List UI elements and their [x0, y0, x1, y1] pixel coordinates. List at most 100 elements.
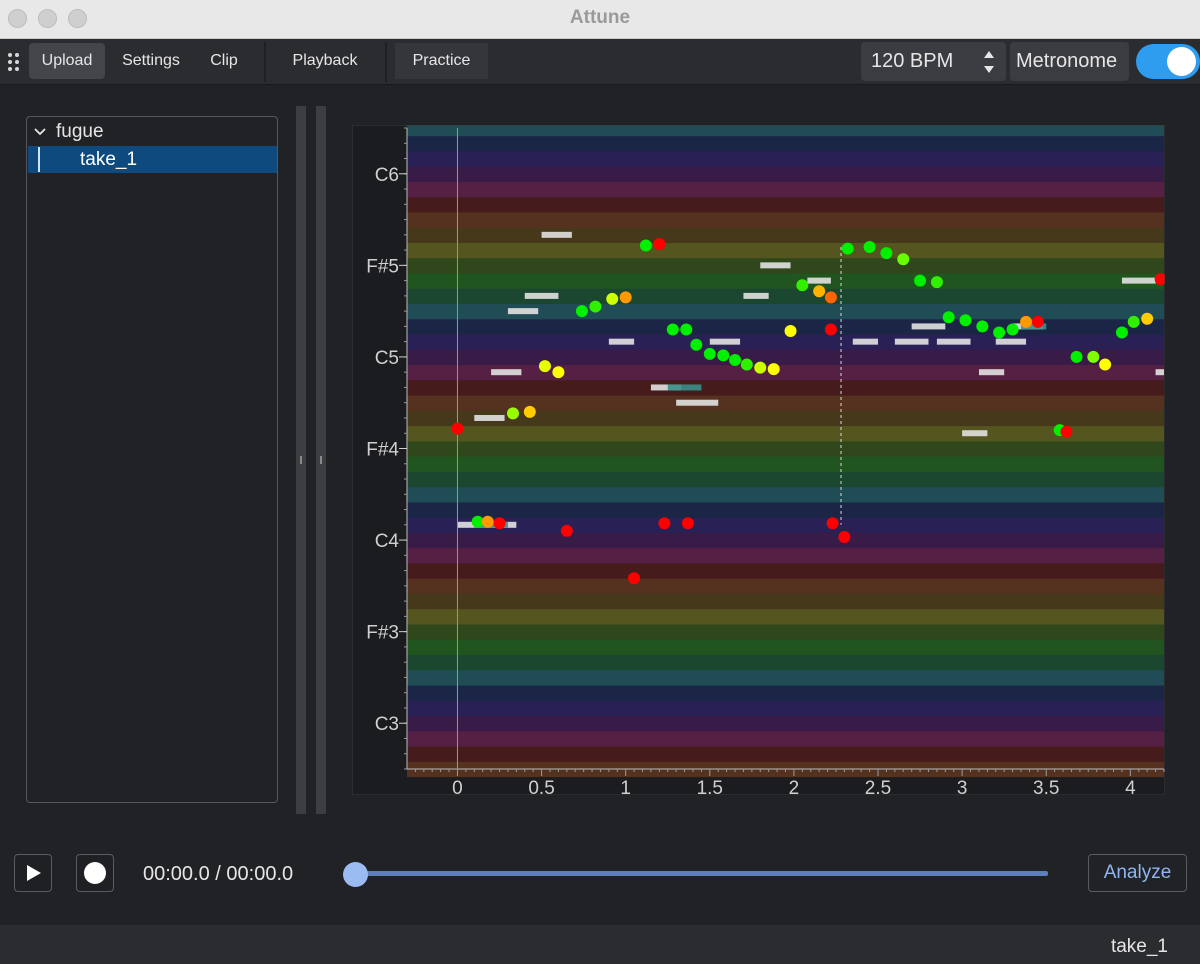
pitch-point: [575, 305, 588, 318]
pitch-band: [407, 700, 1164, 717]
play-button[interactable]: [14, 854, 52, 892]
y-tick-label: C6: [375, 165, 399, 186]
pitch-point: [628, 572, 641, 585]
pitch-point: [754, 361, 767, 374]
y-tick-label: C5: [375, 348, 399, 369]
pitch-point: [784, 324, 797, 337]
pitch-point: [690, 338, 703, 351]
file-tree: [26, 116, 278, 803]
pitch-point: [481, 515, 494, 528]
pitch-point: [1115, 326, 1128, 339]
pitch-band: [407, 440, 1164, 457]
pitch-point: [680, 323, 693, 336]
target-note: [978, 369, 1005, 376]
pitch-band: [407, 410, 1164, 427]
pitch-point: [1099, 358, 1112, 371]
target-note: [995, 338, 1027, 345]
pitch-band: [407, 532, 1164, 549]
target-note: [760, 262, 791, 269]
pitch-point: [824, 291, 837, 304]
pitch-point: [1031, 315, 1044, 328]
window-title: Attune: [569, 7, 631, 28]
pitch-point: [796, 279, 809, 292]
pitch-point: [729, 353, 742, 366]
tab-clip[interactable]: Clip: [196, 43, 252, 79]
pitch-point: [740, 358, 753, 371]
x-tick-label: 0: [452, 778, 463, 795]
pitch-band: [407, 395, 1164, 411]
pitch-point: [1127, 315, 1140, 328]
play-icon: [27, 865, 41, 881]
pitch-band: [407, 471, 1164, 488]
x-tick-label: 1.5: [697, 778, 723, 795]
pitch-band: [407, 288, 1164, 305]
toolbar-grip-icon[interactable]: [6, 52, 22, 72]
pitch-point: [914, 274, 927, 287]
pitch-point: [880, 247, 893, 260]
tab-upload[interactable]: Upload: [29, 43, 105, 79]
pitch-chart[interactable]: F#6C6F#5C5F#4C4F#3C3 00.511.522.533.54: [352, 125, 1165, 795]
status-text: take_1: [1110, 936, 1168, 957]
target-note: [608, 338, 635, 345]
pitch-point: [589, 300, 602, 313]
pitch-band: [407, 181, 1164, 198]
pitch-point: [653, 237, 666, 250]
pitch-band: [407, 227, 1164, 243]
pitch-point: [824, 323, 837, 336]
pitch-band: [407, 125, 1164, 137]
toolbar-divider: [264, 42, 266, 82]
pitch-point: [552, 366, 565, 379]
tree-item-label[interactable]: take_1: [80, 147, 137, 172]
seek-slider-track[interactable]: [356, 871, 1048, 876]
y-tick-label: C4: [375, 531, 400, 552]
pitch-point: [606, 292, 619, 305]
pitch-point: [767, 363, 780, 376]
tree-folder-fugue[interactable]: fugue: [34, 120, 104, 144]
pitch-band: [407, 334, 1164, 350]
pitch-point: [1087, 350, 1100, 363]
tree-folder-label: fugue: [56, 121, 104, 142]
x-tick-label: 2.5: [865, 778, 891, 795]
tab-playback[interactable]: Playback: [272, 43, 378, 79]
target-note: [541, 231, 572, 238]
pitch-point: [826, 517, 839, 530]
record-icon: [84, 862, 106, 884]
pitch-band: [407, 196, 1164, 213]
pitch-band: [407, 639, 1164, 656]
analyze-button[interactable]: Analyze: [1088, 854, 1187, 892]
pitch-band: [407, 272, 1164, 289]
tempo-value[interactable]: 120 BPM: [871, 42, 953, 81]
pitch-point: [993, 326, 1006, 339]
y-tick-label: F#5: [366, 256, 399, 277]
record-button[interactable]: [76, 854, 114, 892]
pitch-band: [407, 624, 1164, 640]
x-tick-label: 4: [1125, 778, 1136, 795]
metronome-label: Metronome: [1016, 50, 1118, 72]
pitch-point: [560, 524, 573, 537]
chevron-down-icon[interactable]: [34, 126, 46, 138]
metronome-toggle-knob[interactable]: [1167, 47, 1196, 76]
pitch-band: [407, 730, 1164, 747]
pitch-point: [976, 320, 989, 333]
pitch-point: [451, 422, 464, 435]
pitch-band: [407, 211, 1164, 228]
target-note: [676, 399, 719, 406]
tree-item-take-1[interactable]: [28, 146, 277, 173]
pitch-point: [703, 347, 716, 360]
splitter-grip: [320, 456, 322, 464]
pitch-band: [407, 578, 1164, 594]
seek-slider-handle[interactable]: [343, 862, 368, 887]
x-tick-label: 2: [789, 778, 800, 795]
tab-settings[interactable]: Settings: [110, 43, 192, 79]
x-tick-label: 3: [957, 778, 968, 795]
target-note: [1121, 277, 1156, 284]
pitch-point: [619, 291, 632, 304]
y-tick-label: C3: [375, 714, 399, 735]
pitch-band: [407, 715, 1164, 732]
time-readout: 00:00.0 / 00:00.0: [143, 863, 294, 885]
pitch-band: [407, 669, 1164, 686]
tab-practice[interactable]: Practice: [395, 43, 488, 79]
pitch-point: [1141, 312, 1154, 325]
pitch-band: [407, 456, 1164, 472]
stepper-arrows-icon[interactable]: [982, 50, 996, 74]
